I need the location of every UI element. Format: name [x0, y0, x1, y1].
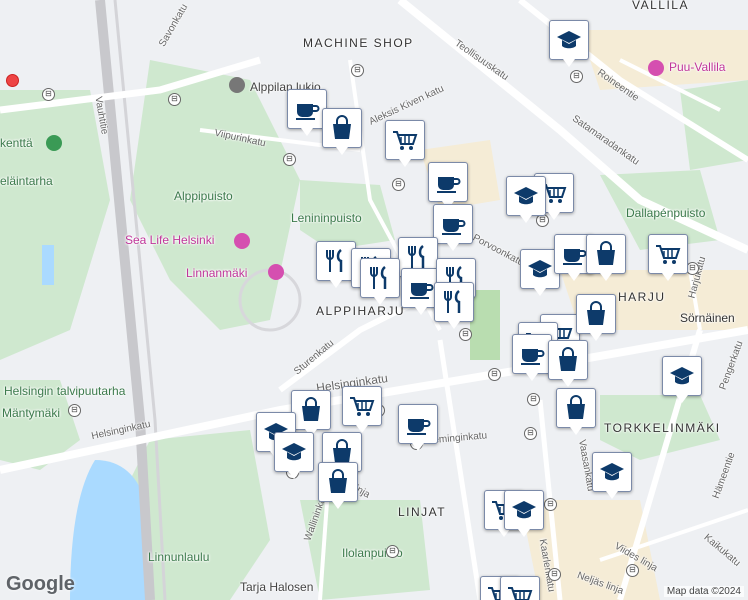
grocery-cart-pin-icon[interactable]	[648, 234, 688, 281]
park-label-talvipuutarha: Helsingin talvipuutarha	[4, 384, 126, 398]
map-canvas[interactable]: VALLILA MACHINE SHOP ALPPIHARJU HARJU TO…	[0, 0, 748, 600]
tram-stop-icon[interactable]: ⊟	[488, 368, 501, 381]
school-pin-icon[interactable]	[662, 356, 702, 403]
tram-stop-icon[interactable]: ⊟	[544, 498, 557, 511]
tram-stop-icon[interactable]: ⊟	[283, 153, 296, 166]
place-label-sornainen: Sörnäinen	[680, 311, 735, 325]
shopping-bag-pin-icon[interactable]	[556, 388, 596, 435]
grocery-cart-pin-icon[interactable]	[385, 120, 425, 167]
tram-stop-icon[interactable]: ⊟	[570, 70, 583, 83]
poi-label-puu-vallila[interactable]: Puu-Vallila	[669, 60, 725, 74]
shopping-bag-pin-icon[interactable]	[291, 390, 331, 437]
amusement-park-icon[interactable]	[268, 264, 284, 280]
school-pin-icon[interactable]	[504, 490, 544, 537]
shopping-bag-pin-icon[interactable]	[586, 234, 626, 281]
grocery-cart-pin-icon[interactable]	[342, 386, 382, 433]
district-label-machine-shop: MACHINE SHOP	[303, 36, 414, 50]
map-attribution[interactable]: Map data ©2024	[663, 586, 744, 597]
park-label-linnunlaulu: Linnunlaulu	[148, 550, 210, 564]
attraction-icon[interactable]	[234, 233, 250, 249]
cinema-icon[interactable]	[648, 60, 664, 76]
cafe-pin-icon[interactable]	[287, 89, 327, 136]
google-logo: Google	[6, 573, 75, 595]
grocery-cart-pin-icon[interactable]	[500, 576, 540, 600]
poi-label-tarja-halosen[interactable]: Tarja Halosen	[240, 580, 313, 594]
tram-stop-icon[interactable]: ⊟	[168, 93, 181, 106]
tram-stop-icon[interactable]: ⊟	[527, 393, 540, 406]
cafe-pin-icon[interactable]	[428, 162, 468, 209]
tram-stop-icon[interactable]: ⊟	[42, 88, 55, 101]
cafe-pin-icon[interactable]	[433, 204, 473, 251]
park-label-dallapenpuisto: Dallapénpuisto	[626, 206, 706, 220]
cafe-pin-icon[interactable]	[398, 404, 438, 451]
poi-label-linnanmaki[interactable]: Linnanmäki	[186, 266, 247, 280]
tram-stop-icon[interactable]: ⊟	[392, 178, 405, 191]
poi-label-sea-life[interactable]: Sea Life Helsinki	[125, 233, 214, 247]
shopping-bag-pin-icon[interactable]	[576, 294, 616, 341]
district-label-linjat: LINJAT	[398, 505, 447, 519]
restaurant-pin-icon[interactable]	[434, 282, 474, 329]
tram-stop-icon[interactable]: ⊟	[68, 404, 81, 417]
tram-stop-icon[interactable]: ⊟	[548, 568, 561, 581]
district-label-vallila: VALLILA	[632, 0, 689, 12]
restaurant-pin-icon[interactable]	[360, 258, 400, 305]
transit-station-icon[interactable]	[6, 74, 19, 87]
shopping-bag-pin-icon[interactable]	[322, 108, 362, 155]
district-label-alppiharju: ALPPIHARJU	[316, 304, 406, 318]
shopping-bag-pin-icon[interactable]	[548, 340, 588, 387]
sports-field-icon[interactable]	[46, 135, 62, 151]
tram-stop-icon[interactable]: ⊟	[386, 545, 399, 558]
district-label-harju: HARJU	[618, 290, 666, 304]
school-pin-icon[interactable]	[592, 452, 632, 499]
tram-stop-icon[interactable]: ⊟	[524, 427, 537, 440]
school-poi-icon[interactable]	[229, 77, 245, 93]
school-pin-icon[interactable]	[549, 20, 589, 67]
school-pin-icon[interactable]	[506, 176, 546, 223]
park-label-kentta: kenttä	[0, 136, 33, 150]
park-label-mantymaki: Mäntymäki	[2, 406, 61, 420]
cafe-pin-icon[interactable]	[512, 334, 552, 381]
tram-stop-icon[interactable]: ⊟	[351, 64, 364, 77]
tram-stop-icon[interactable]: ⊟	[459, 328, 472, 341]
school-pin-icon[interactable]	[274, 432, 314, 479]
shopping-bag-pin-icon[interactable]	[318, 462, 358, 509]
restaurant-pin-icon[interactable]	[316, 241, 356, 288]
tram-stop-icon[interactable]: ⊟	[626, 564, 639, 577]
district-label-torkkelinmaki: TORKKELINMÄKI	[604, 421, 721, 435]
park-label-alppipuisto: Alppipuisto	[174, 189, 233, 203]
park-label-elaintarha: eläintarha	[0, 174, 53, 188]
park-label-lenininpuisto: Lenininpuisto	[291, 211, 362, 225]
